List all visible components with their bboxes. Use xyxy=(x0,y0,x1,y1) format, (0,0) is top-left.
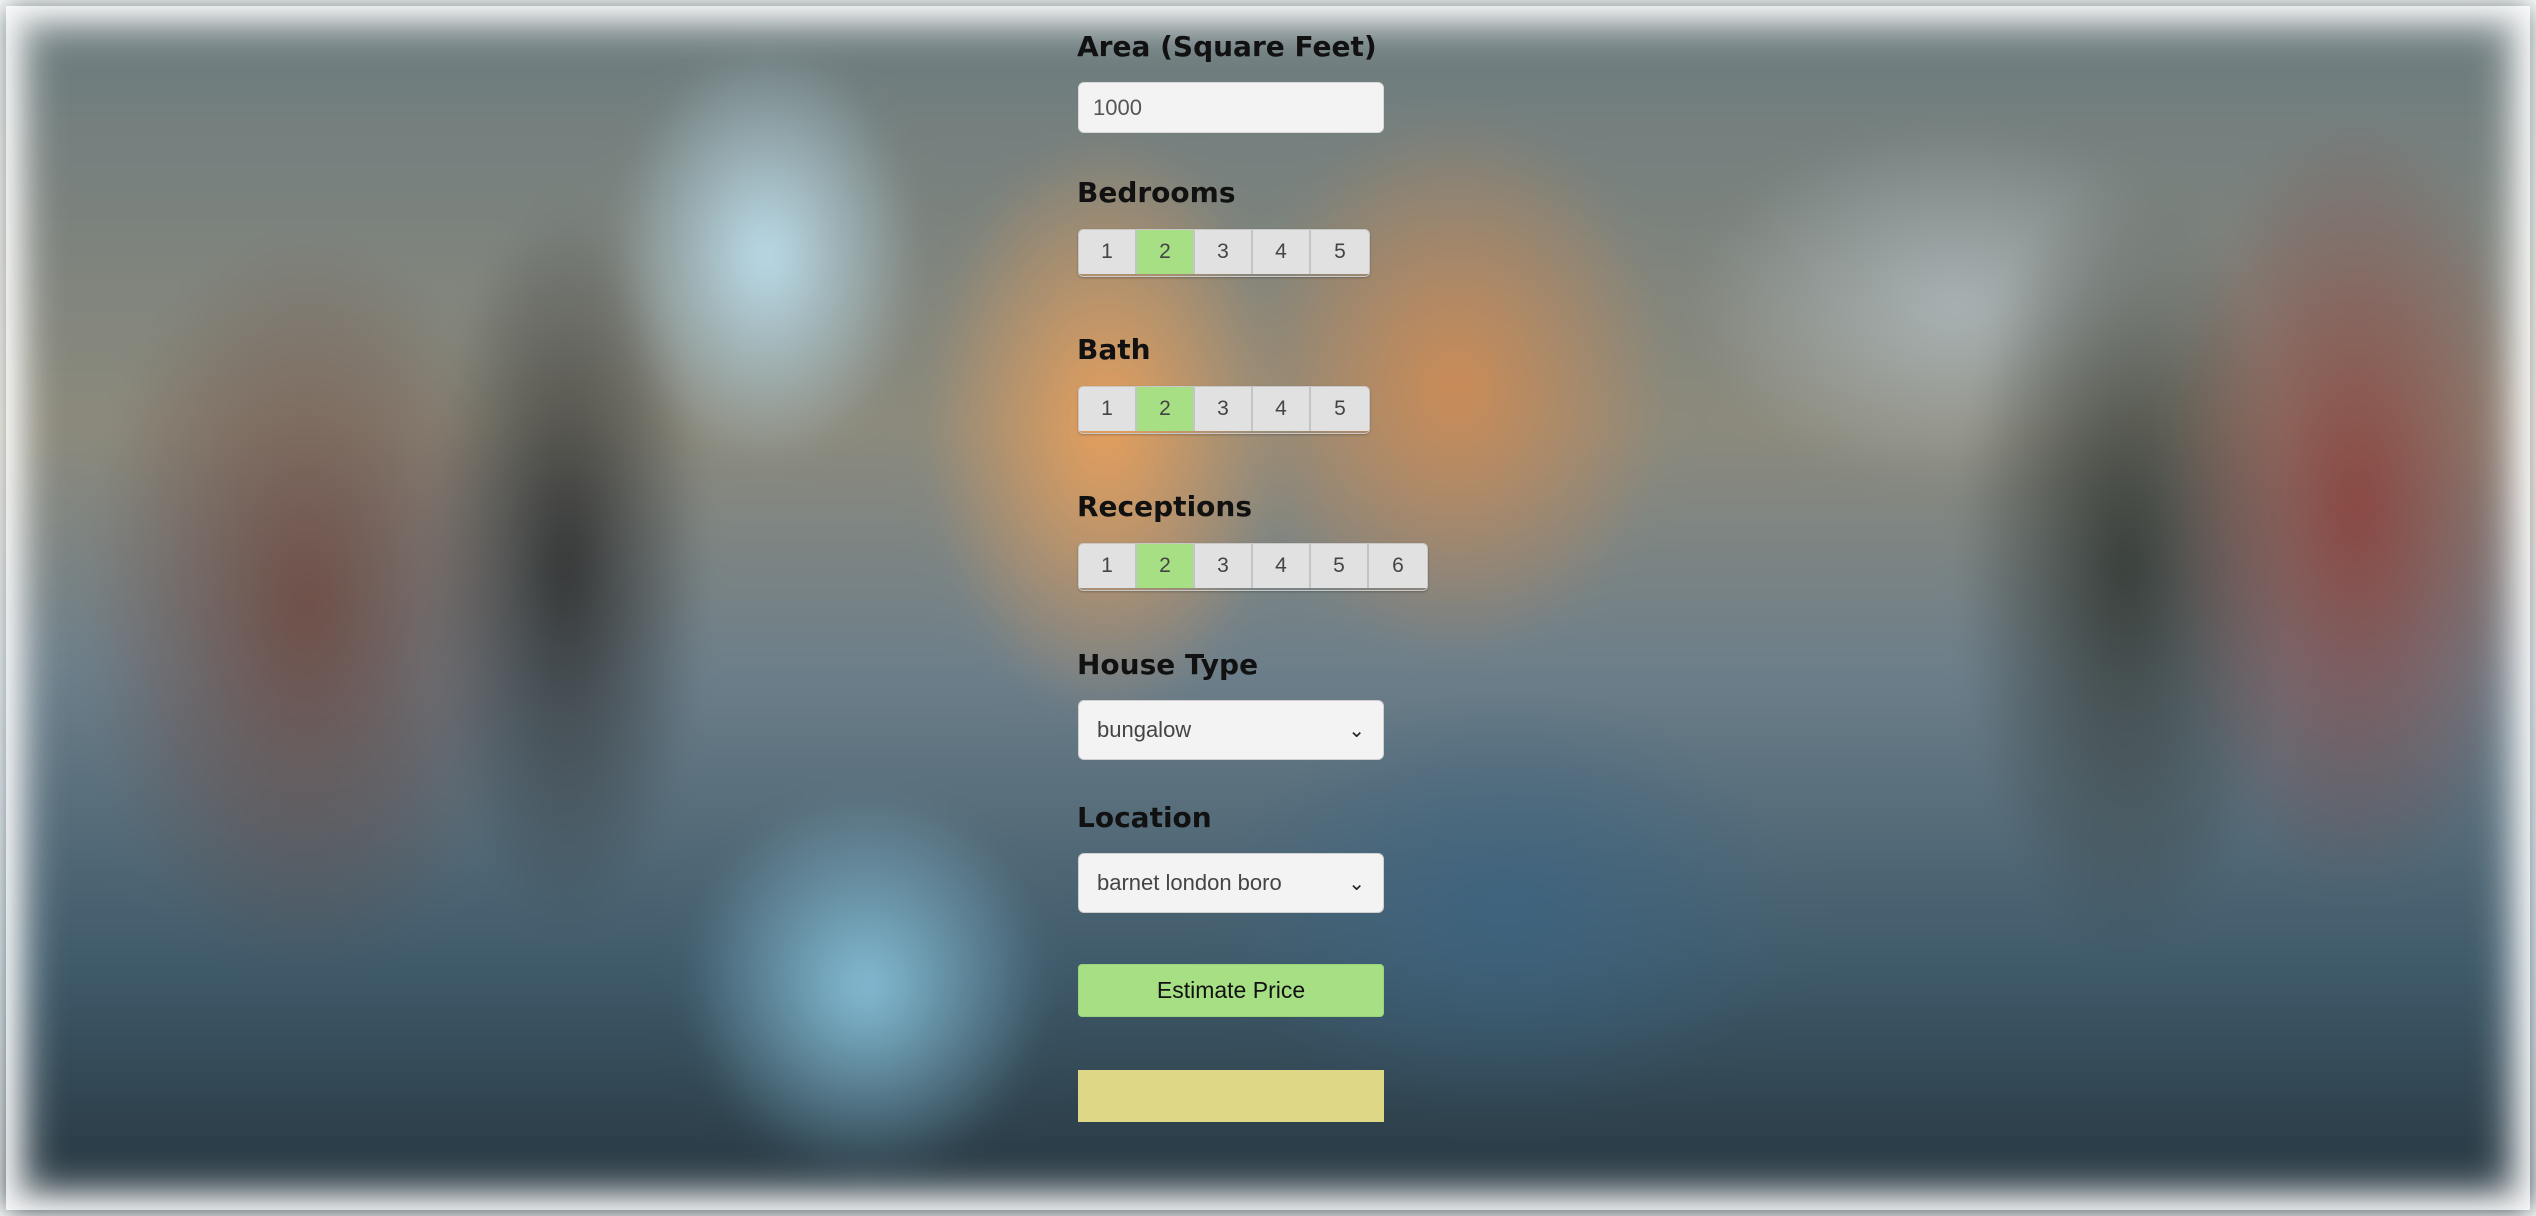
area-input[interactable]: 1000 xyxy=(1078,82,1384,133)
bath-option-4[interactable]: 4 xyxy=(1253,387,1311,431)
bedrooms-option-1[interactable]: 1 xyxy=(1079,230,1137,274)
estimated-price-output xyxy=(1078,1070,1384,1122)
chevron-down-icon: ⌄ xyxy=(1348,871,1365,895)
bedrooms-label: Bedrooms xyxy=(1077,176,1236,209)
receptions-option-3[interactable]: 3 xyxy=(1195,544,1253,588)
receptions-option-6[interactable]: 6 xyxy=(1369,544,1427,588)
background-image xyxy=(6,6,2530,1210)
receptions-selector: 123456 xyxy=(1078,543,1428,591)
receptions-option-4[interactable]: 4 xyxy=(1253,544,1311,588)
house-type-select[interactable]: bungalow ⌄ xyxy=(1078,700,1384,760)
bedrooms-option-2[interactable]: 2 xyxy=(1137,230,1195,274)
bath-option-1[interactable]: 1 xyxy=(1079,387,1137,431)
estimate-price-button[interactable]: Estimate Price xyxy=(1078,964,1384,1017)
bath-selector: 12345 xyxy=(1078,386,1370,434)
chevron-down-icon: ⌄ xyxy=(1348,718,1365,742)
location-value: barnet london boro xyxy=(1097,870,1282,895)
receptions-option-5[interactable]: 5 xyxy=(1311,544,1369,588)
bath-label: Bath xyxy=(1077,333,1151,366)
location-select[interactable]: barnet london boro ⌄ xyxy=(1078,853,1384,913)
bath-option-3[interactable]: 3 xyxy=(1195,387,1253,431)
area-label: Area (Square Feet) xyxy=(1077,30,1377,63)
bath-option-5[interactable]: 5 xyxy=(1311,387,1369,431)
bath-option-2[interactable]: 2 xyxy=(1137,387,1195,431)
house-type-value: bungalow xyxy=(1097,717,1192,742)
receptions-option-1[interactable]: 1 xyxy=(1079,544,1137,588)
bedrooms-option-4[interactable]: 4 xyxy=(1253,230,1311,274)
location-label: Location xyxy=(1077,801,1212,834)
receptions-option-2[interactable]: 2 xyxy=(1137,544,1195,588)
bedrooms-option-3[interactable]: 3 xyxy=(1195,230,1253,274)
receptions-label: Receptions xyxy=(1077,490,1252,523)
bedrooms-selector: 12345 xyxy=(1078,229,1370,277)
house-type-label: House Type xyxy=(1077,648,1259,681)
bedrooms-option-5[interactable]: 5 xyxy=(1311,230,1369,274)
